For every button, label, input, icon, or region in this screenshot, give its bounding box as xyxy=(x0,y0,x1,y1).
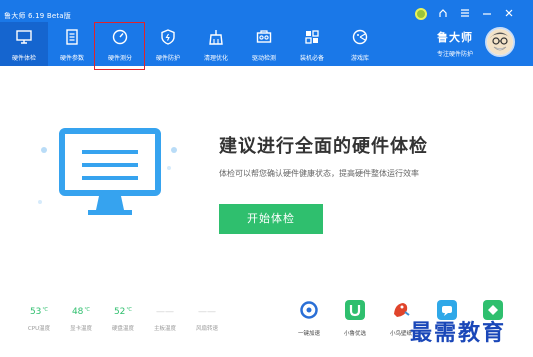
tool-lu-select[interactable]: 小鲁优选 xyxy=(332,300,378,337)
menu-icon[interactable] xyxy=(459,8,471,20)
close-icon[interactable] xyxy=(503,8,515,20)
brand-name: 鲁大师 xyxy=(436,31,473,44)
stat-value: 52℃ xyxy=(113,307,133,317)
tool-label: 小鲁优选 xyxy=(343,331,366,337)
broom-icon xyxy=(209,30,223,45)
nav-item-hardware-score[interactable]: 硬件测分 xyxy=(96,22,144,66)
tool-label: 一键加速 xyxy=(297,331,320,337)
stat-label: 硬盘温度 xyxy=(111,326,134,332)
stat-label: CPU温度 xyxy=(27,326,51,332)
apps-grid-icon xyxy=(305,30,319,44)
avatar[interactable] xyxy=(485,27,515,57)
nav-item-essentials[interactable]: 装机必备 xyxy=(288,22,336,66)
nav-item-hardware-params[interactable]: 硬件参数 xyxy=(48,22,96,66)
stat-label: 风扇转速 xyxy=(195,326,218,332)
monitor-icon xyxy=(16,30,32,44)
nav-label: 驱动检测 xyxy=(251,55,276,62)
stat-value: —— xyxy=(156,307,174,317)
u-shop-icon xyxy=(345,300,365,320)
page-headline: 建议进行全面的硬件体检 xyxy=(219,136,428,157)
shield-icon xyxy=(161,29,175,45)
document-icon xyxy=(66,29,78,45)
medal-icon[interactable] xyxy=(415,8,427,20)
stat-value: 48℃ xyxy=(71,307,91,317)
nav-label: 硬件参数 xyxy=(59,55,84,62)
stat-board-temp: —— 主板温度 xyxy=(144,307,186,332)
tool-speed-up[interactable]: 一键加速 xyxy=(286,300,332,337)
stat-label: 主板温度 xyxy=(153,326,176,332)
skin-icon[interactable] xyxy=(437,8,449,20)
speed-ring-icon xyxy=(299,300,319,320)
window-controls xyxy=(415,8,515,20)
nav-item-game-library[interactable]: 游戏库 xyxy=(336,22,384,66)
stat-cpu-temp: 53℃ CPU温度 xyxy=(18,307,60,332)
brand: 鲁大师 专注硬件防护 xyxy=(437,29,473,58)
page-subline: 体检可以帮您确认硬件健康状态，提高硬件整体运行效率 xyxy=(219,169,419,178)
nav-label: 硬件体检 xyxy=(11,55,36,62)
main-nav: 硬件体检 硬件参数 硬件测分 硬件防护 清理优化 驱动检测 装机必备 游戏库 xyxy=(0,22,384,66)
nav-label: 硬件防护 xyxy=(155,55,180,62)
avatar-face-icon xyxy=(487,29,513,55)
nav-label: 游戏库 xyxy=(350,55,369,62)
driver-icon xyxy=(256,30,272,43)
game-icon xyxy=(352,29,368,45)
start-check-button[interactable]: 开始体检 xyxy=(219,204,323,234)
nav-item-hardware-check[interactable]: 硬件体检 xyxy=(0,22,48,66)
temperature-stats: 53℃ CPU温度 48℃ 显卡温度 52℃ 硬盘温度 —— 主板温度 —— 风… xyxy=(18,307,228,332)
stat-disk-temp: 52℃ 硬盘温度 xyxy=(102,307,144,332)
stat-gpu-temp: 48℃ 显卡温度 xyxy=(60,307,102,332)
watermark: 最需教育 xyxy=(410,320,507,346)
nav-item-cleanup[interactable]: 清理优化 xyxy=(192,22,240,66)
stat-label: 显卡温度 xyxy=(69,326,92,332)
stat-value: 53℃ xyxy=(29,307,49,317)
brand-subtitle: 专注硬件防护 xyxy=(436,51,473,58)
stat-value: —— xyxy=(198,307,216,317)
top-header: 鲁大师 6.19 Beta版 硬件体检 硬件参数 硬件测分 硬件防护 清理优化 … xyxy=(0,0,533,70)
bird-wallpaper-icon xyxy=(391,300,411,320)
nav-item-hardware-protection[interactable]: 硬件防护 xyxy=(144,22,192,66)
nav-label: 硬件测分 xyxy=(107,55,132,62)
gauge-icon xyxy=(112,29,128,45)
stat-fan-speed: —— 风扇转速 xyxy=(186,307,228,332)
app-title: 鲁大师 6.19 Beta版 xyxy=(4,12,71,20)
title-bar: 鲁大师 6.19 Beta版 xyxy=(4,9,71,23)
nav-label: 清理优化 xyxy=(203,55,228,62)
nav-label: 装机必备 xyxy=(299,55,324,62)
nav-item-driver-check[interactable]: 驱动检测 xyxy=(240,22,288,66)
monitor-illustration xyxy=(36,122,186,222)
minimize-icon[interactable] xyxy=(481,8,493,20)
